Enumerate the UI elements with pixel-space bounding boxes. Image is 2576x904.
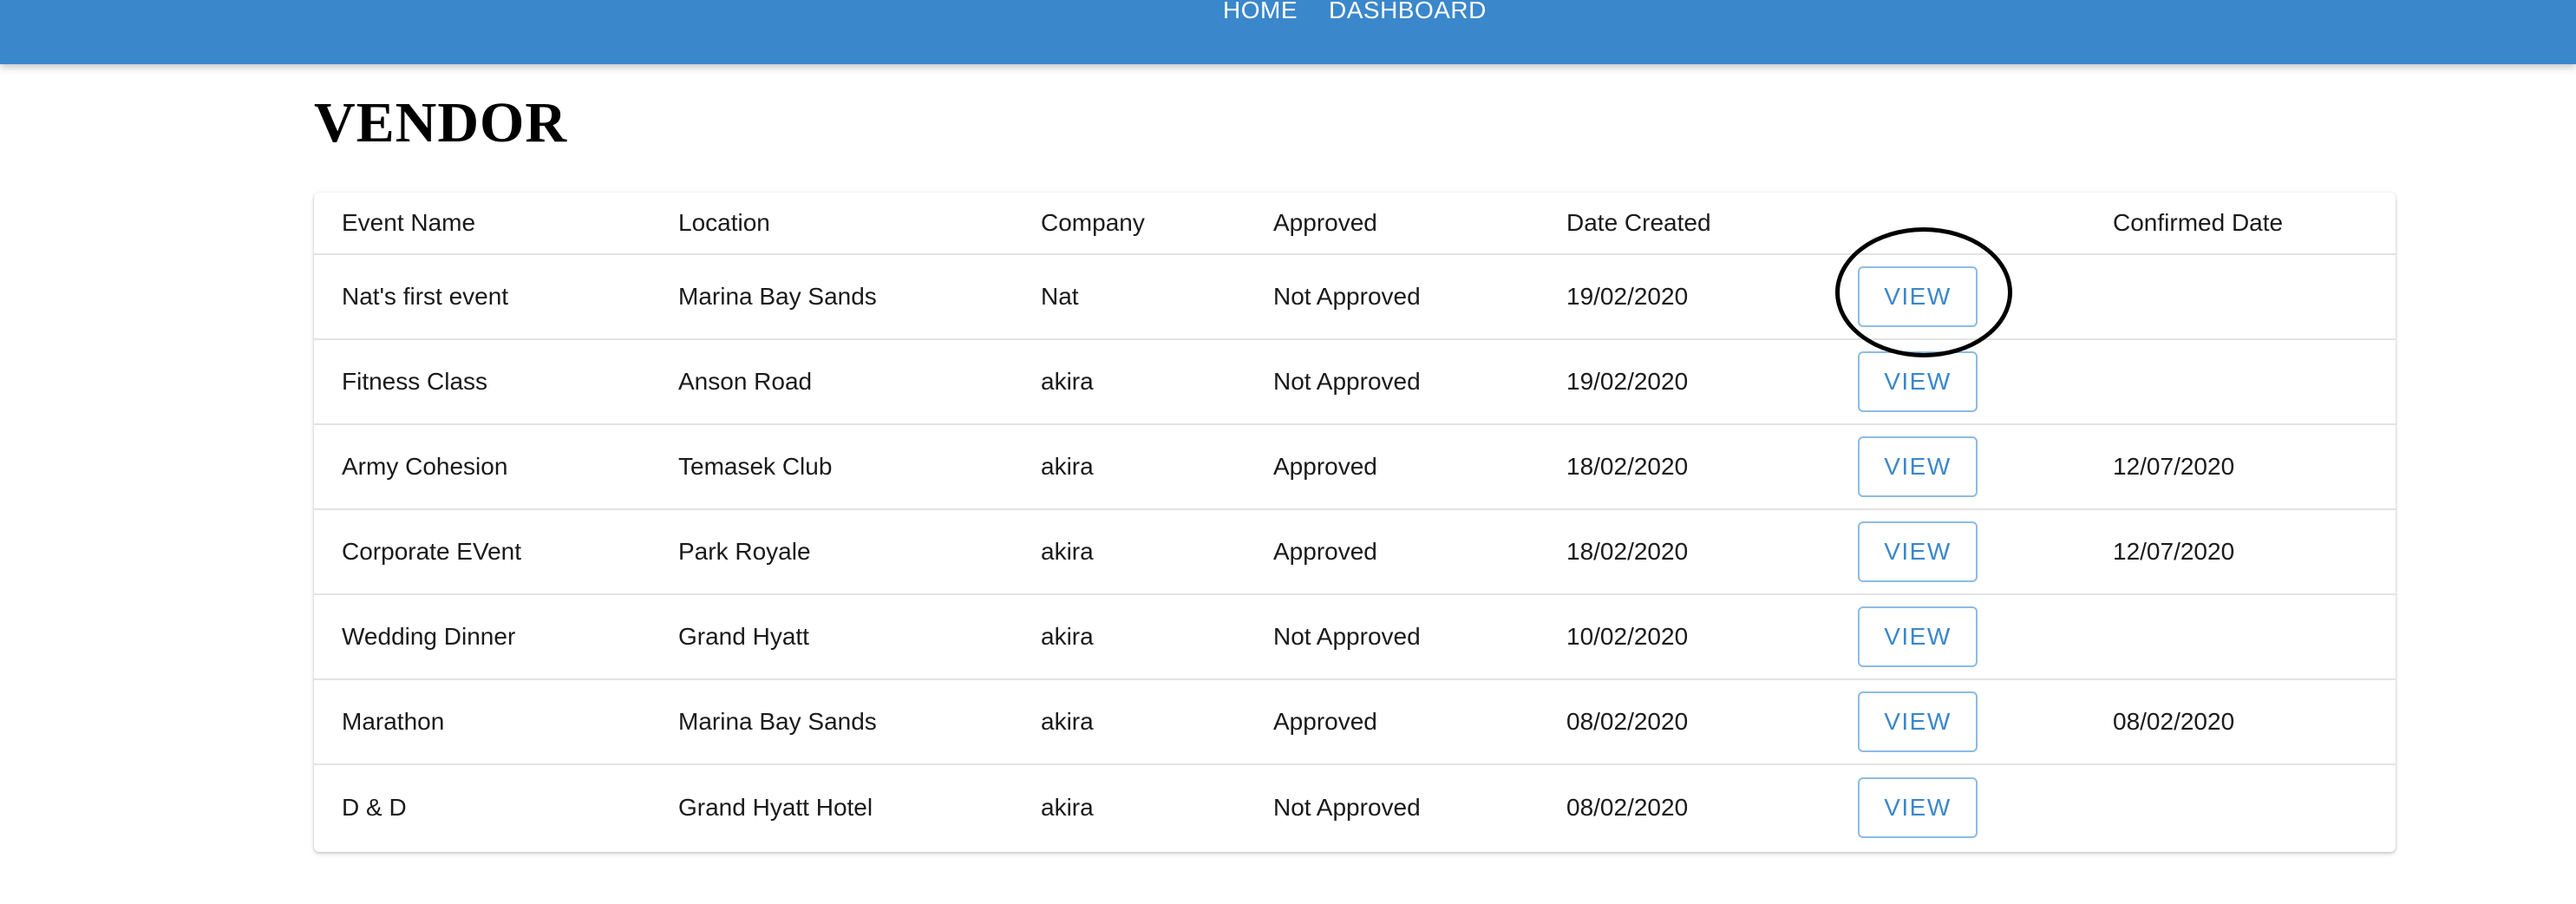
table-row: D & D Grand Hyatt Hotel akira Not Approved 0… [314,765,2396,850]
cell-date-created: 19/02/2020 [1566,283,1689,310]
cell-date-created: 10/02/2020 [1566,623,1689,650]
top-app-bar: HOME DASHBOARD [0,0,2576,64]
view-button[interactable]: VIEW [1858,436,1978,497]
cell-actions: VIEW [1858,595,1978,678]
cell-date-created: 08/02/2020 [1566,708,1689,735]
cell-location: Marina Bay Sands [678,283,877,310]
cell-event-name: Corporate EVent [342,538,522,565]
cell-actions: VIEW [1858,255,1978,338]
cell-event-name: Marathon [342,708,445,735]
cell-actions: VIEW [1858,510,1978,593]
cell-actions: VIEW [1858,425,1978,508]
cell-event-name: D & D [342,794,407,821]
table-row: Wedding Dinner Grand Hyatt akira Not Approv… [314,595,2396,680]
cell-company: akira [1041,708,1094,735]
cell-approved: Approved [1273,453,1377,480]
cell-actions: VIEW [1858,765,1978,850]
cell-actions: VIEW [1858,340,1978,423]
view-button[interactable]: VIEW [1858,691,1978,752]
cell-company: akira [1041,368,1094,395]
header-event-name: Event Name [342,209,476,236]
cell-confirmed-date: 12/07/2020 [2113,453,2235,480]
table-row: Marathon Marina Bay Sands akira Approved 08/… [314,680,2396,765]
table-header-row: Event Name Location Company Approved Dat… [314,193,2396,255]
cell-approved: Not Approved [1273,283,1421,310]
cell-company: akira [1041,794,1094,821]
cell-confirmed-date: 12/07/2020 [2113,538,2235,565]
cell-event-name: Nat's first event [342,283,509,310]
table-row: Army Cohesion Temasek Club akira Approved 18… [314,425,2396,510]
cell-location: Grand Hyatt Hotel [678,794,873,821]
cell-company: akira [1041,453,1094,480]
header-approved: Approved [1273,209,1377,236]
header-location: Location [678,209,770,236]
page-title: VENDOR [314,91,568,154]
header-company: Company [1041,209,1145,236]
cell-event-name: Fitness Class [342,368,488,395]
cell-approved: Approved [1273,708,1377,735]
cell-location: Park Royale [678,538,811,565]
view-button[interactable]: VIEW [1858,521,1978,582]
cell-location: Grand Hyatt [678,623,809,650]
nav-home-link[interactable]: HOME [1223,0,1298,23]
cell-actions: VIEW [1858,680,1978,763]
cell-confirmed-date: 08/02/2020 [2113,708,2235,735]
cell-company: akira [1041,623,1094,650]
cell-approved: Not Approved [1273,368,1421,395]
cell-location: Marina Bay Sands [678,708,877,735]
cell-approved: Approved [1273,538,1377,565]
cell-date-created: 19/02/2020 [1566,368,1689,395]
table-row: Corporate EVent Park Royale akira Approved 1… [314,510,2396,595]
view-button[interactable]: VIEW [1858,777,1978,838]
cell-date-created: 08/02/2020 [1566,794,1689,821]
view-button[interactable]: VIEW [1858,606,1978,667]
header-confirmed-date: Confirmed Date [2113,209,2284,236]
cell-location: Anson Road [678,368,813,395]
table-row: Fitness Class Anson Road akira Not Approved… [314,340,2396,425]
cell-company: Nat [1041,283,1079,310]
cell-event-name: Army Cohesion [342,453,508,480]
nav-dashboard-link[interactable]: DASHBOARD [1329,0,1487,23]
cell-date-created: 18/02/2020 [1566,453,1689,480]
cell-approved: Not Approved [1273,623,1421,650]
header-date-created: Date Created [1566,209,1711,236]
cell-event-name: Wedding Dinner [342,623,516,650]
cell-approved: Not Approved [1273,794,1421,821]
cell-date-created: 18/02/2020 [1566,538,1689,565]
vendor-events-table: Event Name Location Company Approved Dat… [314,193,2396,852]
view-button[interactable]: VIEW [1858,266,1978,327]
cell-location: Temasek Club [678,453,833,480]
table-row: Nat's first event Marina Bay Sands Nat Not … [314,255,2396,340]
view-button[interactable]: VIEW [1858,351,1978,412]
cell-company: akira [1041,538,1094,565]
